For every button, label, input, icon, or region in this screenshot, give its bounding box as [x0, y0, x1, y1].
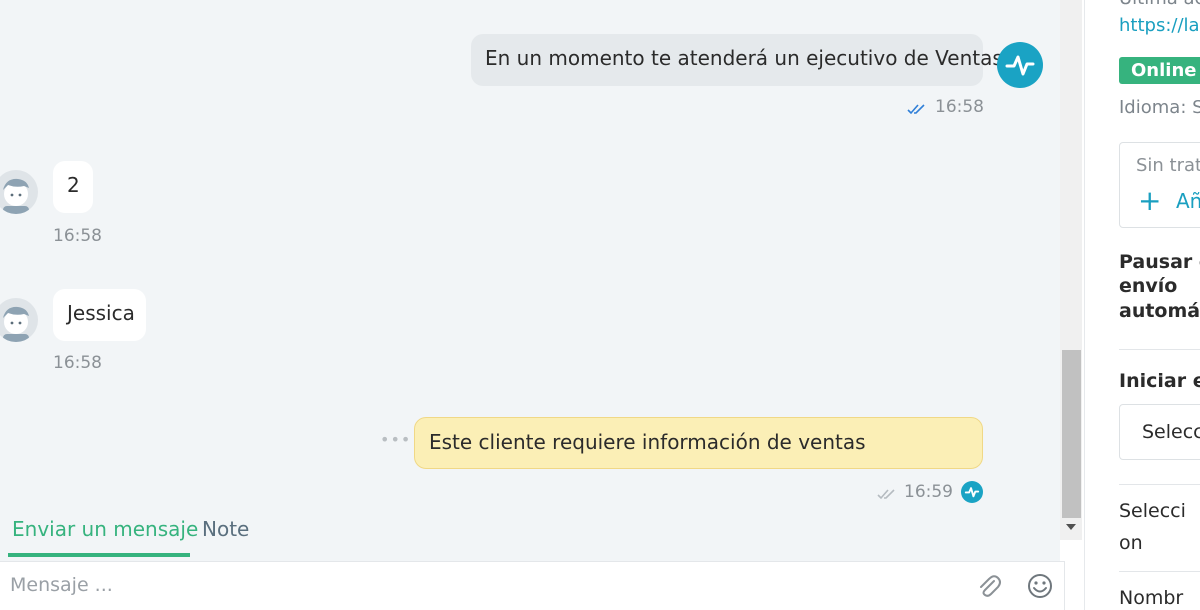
- message-time: 16:58: [53, 226, 102, 246]
- start-heading: Iniciar el: [1119, 370, 1200, 392]
- plus-icon[interactable]: +: [1138, 187, 1161, 215]
- divider: [1119, 484, 1200, 485]
- note-message-bubble: Este cliente requiere información de ven…: [414, 417, 983, 469]
- chat-scrollbar[interactable]: [1060, 0, 1082, 540]
- scrollbar-thumb[interactable]: [1062, 350, 1081, 518]
- last-activity-link[interactable]: https://lar: [1119, 15, 1200, 36]
- message-time: 16:59: [904, 482, 953, 502]
- last-activity-label: Última ac: [1119, 0, 1200, 9]
- message-composer: [0, 561, 1065, 610]
- tab-note[interactable]: Note: [202, 517, 249, 541]
- divider: [1119, 571, 1200, 572]
- agent-avatar: [997, 42, 1043, 88]
- user-face-icon: [3, 178, 29, 214]
- pulse-icon: [1005, 55, 1035, 76]
- selection-label-line-2: on: [1119, 532, 1143, 554]
- tab-send-message[interactable]: Enviar un mensaje: [12, 517, 198, 541]
- user-face-icon: [3, 306, 29, 342]
- language-label: Idioma: S: [1119, 97, 1200, 118]
- name-label: Nombr: [1119, 587, 1184, 609]
- selection-label-line-1: Selecci: [1119, 500, 1186, 522]
- select-placeholder: Selecc: [1142, 421, 1200, 443]
- message-options-icon[interactable]: •••: [380, 430, 411, 449]
- start-select[interactable]: Selecc: [1119, 404, 1200, 460]
- customer-message-bubble: 2: [53, 161, 93, 213]
- pause-heading-line-3: automát: [1119, 300, 1200, 322]
- customer-avatar: [0, 170, 38, 214]
- message-text: 2: [67, 173, 80, 197]
- deals-card: Sin trato + Añ: [1119, 142, 1200, 228]
- message-text: Jessica: [67, 301, 135, 325]
- active-tab-indicator: [8, 553, 190, 557]
- pause-heading-line-1: Pausar e: [1119, 251, 1200, 273]
- composer-tabs: Enviar un mensaje Note: [0, 505, 1060, 561]
- paperclip-icon[interactable]: [975, 572, 1003, 600]
- message-text: Este cliente requiere información de ven…: [429, 430, 866, 454]
- agent-message-bubble: En un momento te atenderá un ejecutivo d…: [471, 34, 1003, 86]
- contact-sidebar: Última ac https://lar Online Idioma: S S…: [1084, 0, 1200, 610]
- sent-ticks-icon: [877, 489, 895, 500]
- message-time: 16:58: [53, 353, 102, 373]
- customer-message-bubble: Jessica: [53, 289, 146, 341]
- message-text: En un momento te atenderá un ejecutivo d…: [485, 46, 1003, 70]
- agent-mini-avatar: [961, 481, 983, 503]
- add-deal-link[interactable]: Añ: [1176, 189, 1200, 213]
- scroll-down-arrow-icon[interactable]: [1066, 524, 1076, 530]
- customer-avatar: [0, 298, 38, 342]
- divider: [1119, 349, 1200, 350]
- status-badge: Online: [1119, 57, 1200, 84]
- pulse-icon: [964, 487, 980, 498]
- deals-empty-label: Sin trato: [1136, 155, 1200, 176]
- read-ticks-icon: [907, 104, 925, 115]
- emoji-icon[interactable]: [1026, 572, 1054, 600]
- chat-history: En un momento te atenderá un ejecutivo d…: [0, 0, 1060, 518]
- message-input[interactable]: [10, 574, 910, 596]
- pause-heading-line-2: envío: [1119, 275, 1178, 297]
- message-time: 16:58: [935, 97, 984, 117]
